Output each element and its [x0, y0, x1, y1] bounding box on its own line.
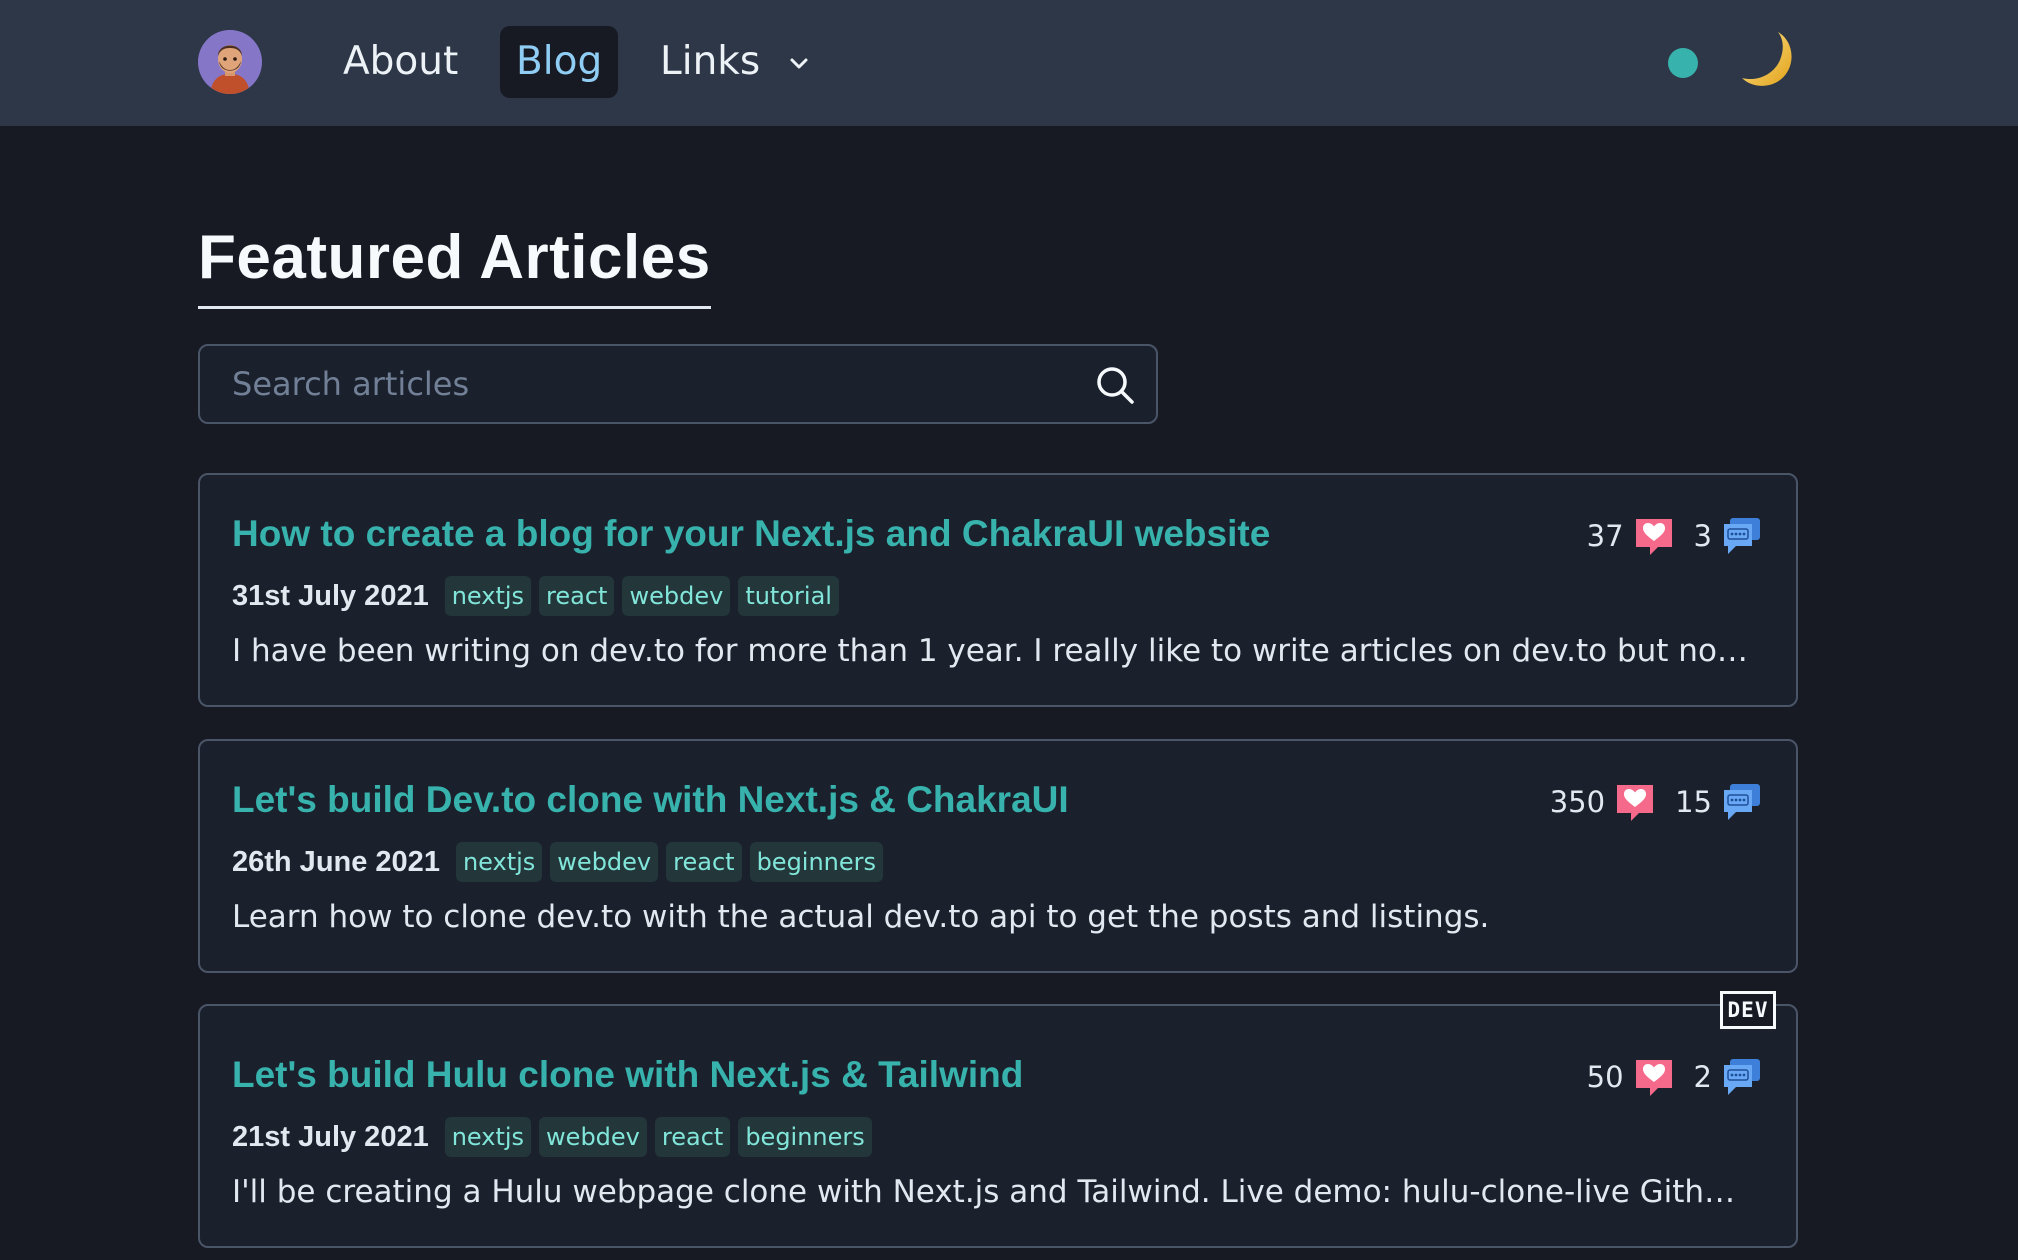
article-card[interactable]: Let's build Hulu clone with Next.js & Ta…: [198, 1004, 1798, 1248]
article-title[interactable]: How to create a blog for your Next.js an…: [232, 513, 1270, 555]
dev-badge[interactable]: DEV: [1720, 991, 1776, 1029]
avatar[interactable]: [198, 30, 262, 94]
tag[interactable]: nextjs: [444, 1117, 532, 1157]
article-stats: 37 3: [1587, 515, 1764, 557]
nav-link-links[interactable]: Links: [644, 26, 825, 98]
comment-icon: [1724, 518, 1760, 554]
navbar: About Blog Links: [0, 0, 2018, 126]
tag[interactable]: webdev: [539, 1117, 647, 1157]
article-date: 31st July 2021: [232, 579, 429, 612]
chevron-down-icon: [790, 58, 808, 68]
reaction-count: 50: [1586, 1060, 1624, 1094]
comment-icon: [1724, 784, 1760, 820]
comment-count: 2: [1693, 1060, 1712, 1094]
avatar-image: [198, 30, 262, 94]
tag[interactable]: react: [666, 842, 742, 882]
tag[interactable]: webdev: [550, 842, 659, 882]
tag[interactable]: beginners: [749, 842, 884, 882]
tag[interactable]: webdev: [622, 576, 731, 616]
article-card[interactable]: How to create a blog for your Next.js an…: [198, 473, 1798, 707]
reaction-count: 350: [1549, 785, 1606, 819]
nav-link-blog[interactable]: Blog: [500, 26, 619, 98]
search-icon[interactable]: [1094, 364, 1136, 406]
article-card[interactable]: Let's build Dev.to clone with Next.js & …: [198, 739, 1798, 973]
tag[interactable]: nextjs: [444, 576, 532, 616]
page-title: Featured Articles: [198, 222, 711, 309]
status-dot: [1668, 48, 1698, 78]
search-input[interactable]: [200, 346, 1080, 422]
reaction-count: 37: [1586, 519, 1624, 553]
nav-link-links-label: Links: [660, 39, 761, 84]
article-title[interactable]: Let's build Hulu clone with Next.js & Ta…: [232, 1054, 1023, 1096]
article-description: I'll be creating a Hulu webpage clone wi…: [232, 1174, 1752, 1210]
article-description: Learn how to clone dev.to with the actua…: [232, 899, 1490, 935]
article-meta: 21st July 2021 nextjs webdev react begin…: [232, 1116, 880, 1158]
tag[interactable]: nextjs: [455, 842, 543, 882]
article-stats: 350 15: [1550, 781, 1764, 823]
comment-count: 15: [1675, 785, 1712, 819]
article-meta: 31st July 2021 nextjs react webdev tutor…: [232, 575, 847, 617]
nav-link-about[interactable]: About: [327, 26, 474, 98]
article-stats: 50 2: [1587, 1056, 1764, 1098]
article-meta: 26th June 2021 nextjs webdev react begin…: [232, 841, 891, 883]
comment-count: 3: [1693, 519, 1712, 553]
article-title[interactable]: Let's build Dev.to clone with Next.js & …: [232, 779, 1069, 821]
article-date: 26th June 2021: [232, 845, 440, 878]
heart-icon: [1635, 1060, 1672, 1096]
heart-icon: [1635, 519, 1672, 555]
search-box: [198, 344, 1158, 424]
tag[interactable]: tutorial: [738, 576, 839, 616]
moon-icon[interactable]: [1734, 26, 1802, 94]
article-description: I have been writing on dev.to for more t…: [232, 633, 1752, 669]
comment-icon: [1724, 1059, 1760, 1095]
heart-icon: [1617, 785, 1654, 821]
tag[interactable]: beginners: [738, 1117, 872, 1157]
tag[interactable]: react: [654, 1117, 731, 1157]
tag[interactable]: react: [539, 576, 615, 616]
article-date: 21st July 2021: [232, 1120, 429, 1153]
